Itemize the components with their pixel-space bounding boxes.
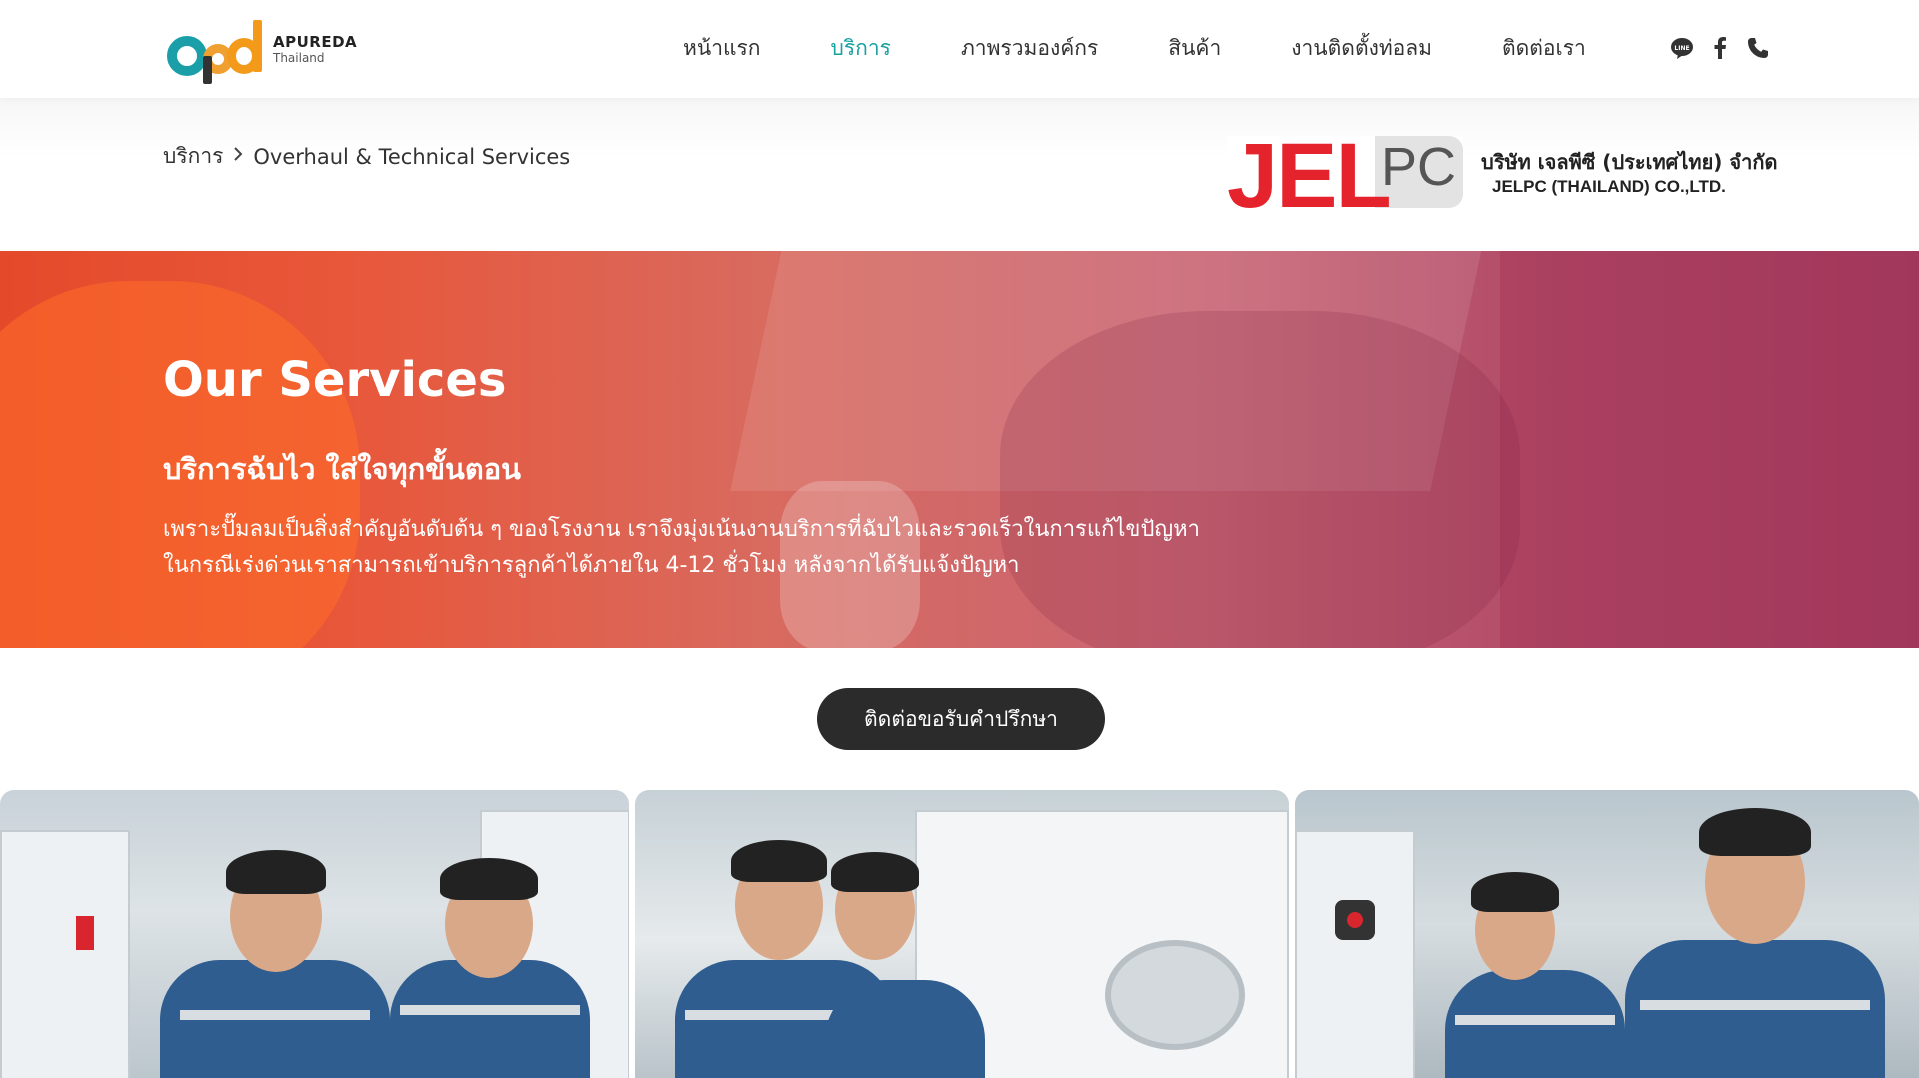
logo-subtitle: Thailand [273, 50, 325, 65]
social-links: LINE [1670, 36, 1770, 60]
breadcrumb-current: Overhaul & Technical Services [253, 144, 571, 169]
breadcrumb: บริการ Overhaul & Technical Services [163, 140, 570, 173]
site-header: APUREDA Thailand หน้าแรก บริการ ภาพรวมอง… [0, 0, 1919, 98]
consultation-button[interactable]: ติดต่อขอรับคำปรึกษา [817, 688, 1105, 750]
hero-title: Our Services [163, 352, 507, 408]
jelpc-logo-mark: JEL PC [1227, 130, 1463, 222]
partner-name-thai: บริษัท เจลพีซี (ประเทศไทย) จำกัด [1481, 150, 1778, 174]
jelpc-logo-pc: PC [1381, 137, 1457, 197]
phone-icon[interactable] [1746, 36, 1770, 60]
jelpc-partner-logo: JEL PC บริษัท เจลพีซี (ประเทศไทย) จำกัด … [1227, 130, 1778, 222]
logo-name: APUREDA [273, 32, 358, 51]
hero-description-line-1: เพราะปั๊มลมเป็นสิ่งสำคัญอันดับต้น ๆ ของโ… [163, 517, 1201, 542]
line-icon[interactable]: LINE [1670, 36, 1694, 60]
hero-description: เพราะปั๊มลมเป็นสิ่งสำคัญอันดับต้น ๆ ของโ… [163, 512, 1263, 584]
svg-text:LINE: LINE [1674, 45, 1689, 52]
partner-name-english: JELPC (THAILAND) CO.,LTD. [1492, 177, 1726, 196]
nav-about[interactable]: ภาพรวมองค์กร [961, 30, 1098, 66]
nav-contact[interactable]: ติดต่อเรา [1502, 30, 1586, 66]
jelpc-logo-jel: JEL [1227, 125, 1392, 227]
apureda-logo[interactable]: APUREDA Thailand [165, 18, 365, 84]
hero-description-line-2: ในกรณีเร่งด่วนเราสามารถเข้าบริการลูกค้าไ… [163, 553, 1020, 578]
nav-home[interactable]: หน้าแรก [683, 30, 761, 66]
service-photo-card[interactable] [0, 790, 629, 1078]
nav-services[interactable]: บริการ [831, 30, 891, 66]
main-nav: หน้าแรก บริการ ภาพรวมองค์กร สินค้า งานติ… [683, 30, 1586, 66]
nav-products[interactable]: สินค้า [1168, 30, 1221, 66]
apd-logo-mark [165, 18, 263, 84]
service-photo-card[interactable] [635, 790, 1289, 1078]
service-photo-gallery [0, 790, 1919, 1078]
nav-installation[interactable]: งานติดตั้งท่อลม [1291, 30, 1432, 66]
chevron-right-icon [233, 146, 243, 167]
breadcrumb-services-link[interactable]: บริการ [163, 140, 223, 173]
hero-subtitle: บริการฉับไว ใส่ใจทุกขั้นตอน [163, 452, 521, 486]
service-photo-card[interactable] [1295, 790, 1919, 1078]
facebook-icon[interactable] [1708, 36, 1732, 60]
